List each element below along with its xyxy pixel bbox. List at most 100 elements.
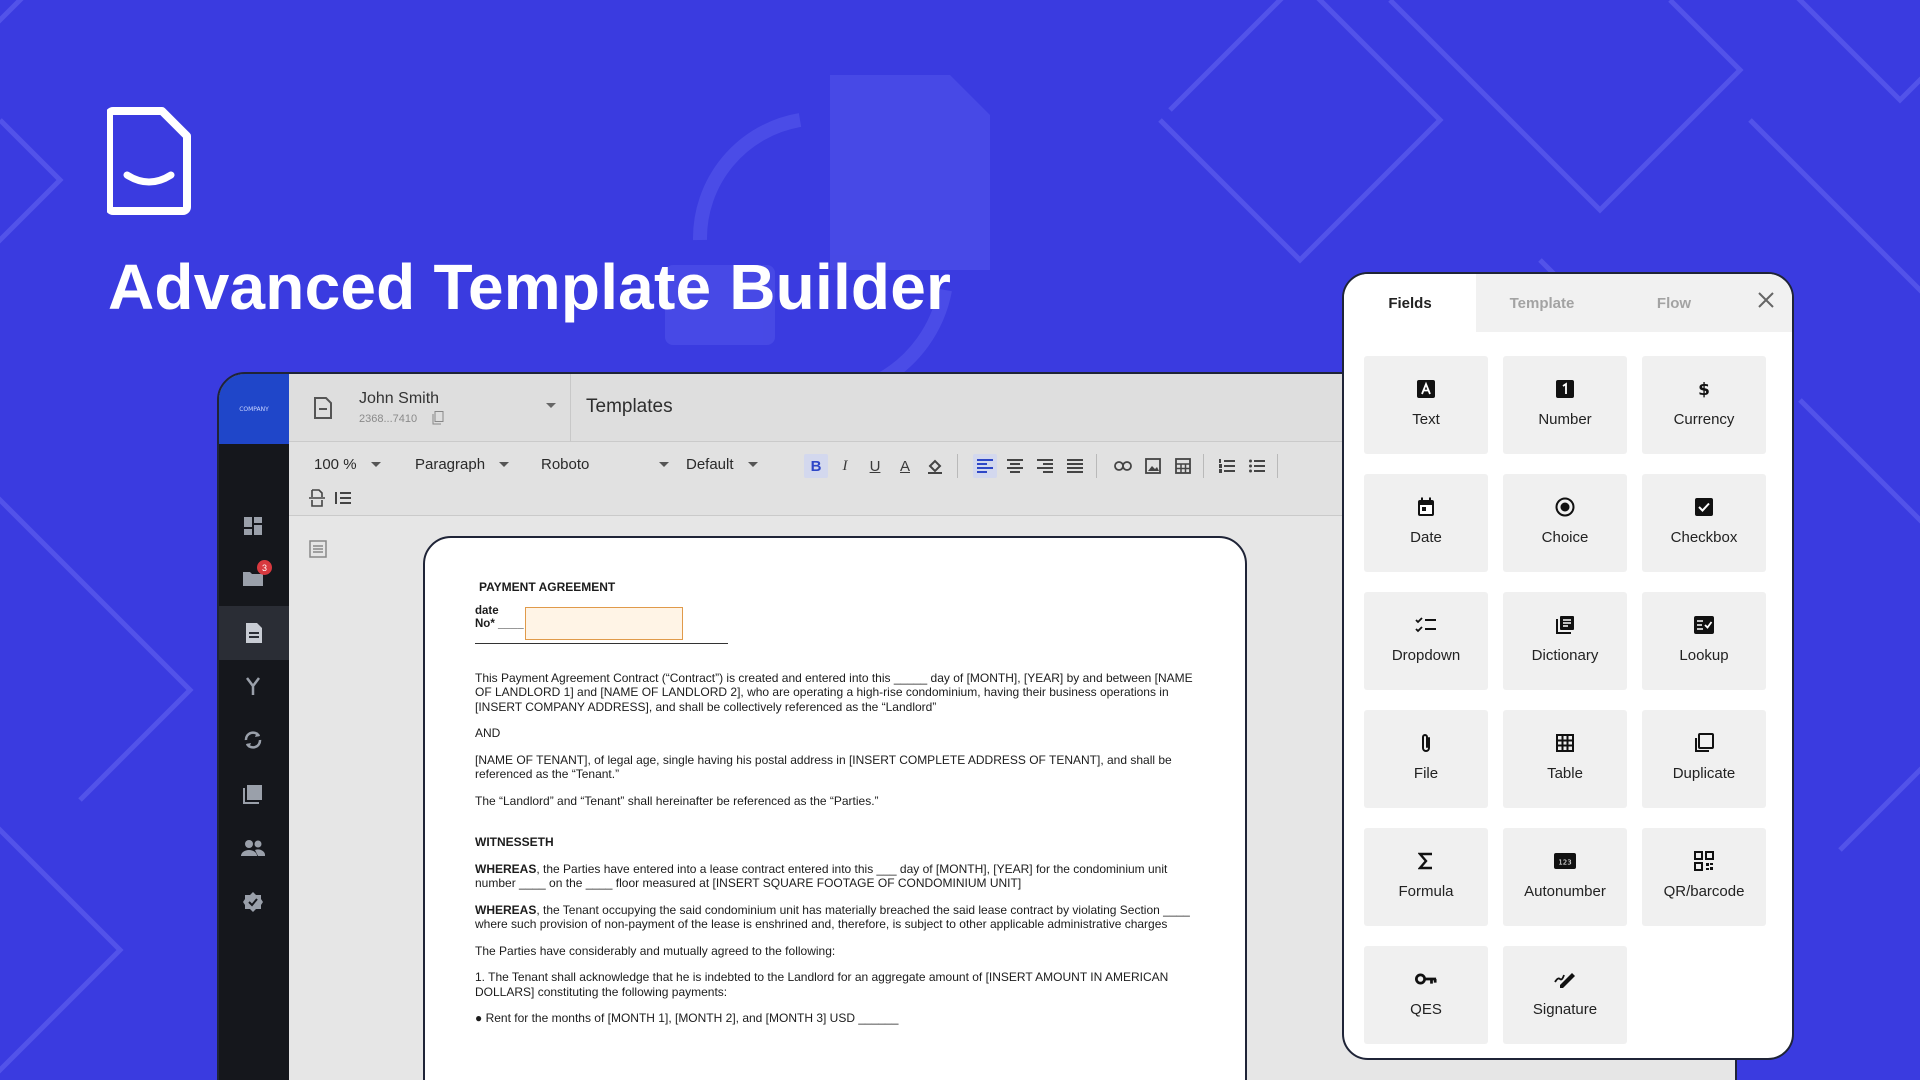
copy-icon[interactable] — [432, 411, 444, 425]
field-tile-duplicate[interactable]: Duplicate — [1642, 710, 1766, 808]
document-page[interactable]: PAYMENT AGREEMENT date No* ____ This Pay… — [423, 536, 1247, 1080]
brand-logo-icon — [107, 107, 191, 215]
align-justify-icon[interactable] — [1063, 454, 1087, 478]
align-center-icon[interactable] — [1003, 454, 1027, 478]
grid-icon — [1554, 732, 1576, 754]
duplicate-icon — [1693, 732, 1715, 754]
text-color-button[interactable]: A — [893, 454, 917, 478]
image-icon[interactable] — [1141, 454, 1165, 478]
user-id: 2368...7410 — [359, 413, 418, 425]
field-tile-dictionary[interactable]: Dictionary — [1503, 592, 1627, 690]
checklist-icon — [1415, 614, 1437, 636]
field-tile-label: File — [1413, 765, 1439, 782]
zoom-select[interactable]: 100 % — [314, 456, 381, 473]
field-tile-text[interactable]: Text — [1364, 356, 1488, 454]
date-field-placeholder[interactable] — [525, 606, 683, 640]
field-tile-qes[interactable]: QES — [1364, 946, 1488, 1044]
tab-fields[interactable]: Fields — [1344, 274, 1476, 332]
autonumber-icon: 123 — [1554, 850, 1576, 872]
svg-text:123: 123 — [1558, 859, 1571, 867]
field-tile-formula[interactable]: Formula — [1364, 828, 1488, 926]
field-tile-label: Checkbox — [1670, 529, 1738, 546]
nav-rail: COMPANY 3 — [219, 374, 289, 1080]
field-tile-label: Table — [1547, 765, 1583, 782]
field-tile-qr-barcode[interactable]: QR/barcode — [1642, 828, 1766, 926]
field-tile-label: QR/barcode — [1663, 883, 1745, 900]
field-tile-signature[interactable]: Signature — [1503, 946, 1627, 1044]
field-tile-autonumber[interactable]: 123 Autonumber — [1503, 828, 1627, 926]
library-icon — [1554, 614, 1576, 636]
field-tile-label: Dictionary — [1531, 647, 1599, 664]
underline-button[interactable]: U — [863, 454, 887, 478]
field-tile-number[interactable]: Number — [1503, 356, 1627, 454]
field-tile-label: Choice — [1541, 529, 1589, 546]
field-tile-label: Duplicate — [1672, 765, 1736, 782]
field-tile-label: Signature — [1532, 1001, 1598, 1018]
documents-icon[interactable] — [219, 606, 289, 660]
table-icon[interactable] — [1171, 454, 1195, 478]
field-tile-table[interactable]: Table — [1503, 710, 1627, 808]
toolbar-divider — [1203, 454, 1204, 478]
user-name: John Smith — [359, 390, 440, 407]
section-heading: WITNESSETH — [475, 835, 554, 849]
link-icon[interactable] — [1111, 454, 1135, 478]
calendar-icon — [1415, 496, 1437, 518]
field-tile-label: QES — [1410, 1001, 1442, 1018]
qr-code-icon — [1693, 850, 1715, 872]
fields-panel: Fields Template Flow Text Number $ Currency… — [1342, 272, 1794, 1060]
bold-button[interactable]: B — [804, 454, 828, 478]
document-icon — [314, 397, 332, 419]
workflow-icon[interactable] — [241, 674, 265, 698]
field-tile-currency[interactable]: $ Currency — [1642, 356, 1766, 454]
number-field-icon — [1554, 378, 1576, 400]
align-right-icon[interactable] — [1033, 454, 1057, 478]
field-tile-label: Currency — [1673, 411, 1735, 428]
field-tile-label: Text — [1412, 411, 1440, 428]
tab-flow[interactable]: Flow — [1608, 274, 1740, 332]
align-left-icon[interactable] — [973, 454, 997, 478]
italic-button[interactable]: I — [833, 454, 857, 478]
dashboard-icon[interactable] — [241, 514, 265, 538]
users-icon[interactable] — [241, 836, 265, 860]
verified-badge-icon[interactable] — [241, 890, 265, 914]
text-field-icon — [1415, 378, 1437, 400]
toolbar-divider — [957, 454, 958, 478]
block-style-value: Paragraph — [415, 456, 486, 473]
field-tile-lookup[interactable]: Lookup — [1642, 592, 1766, 690]
account-switcher[interactable]: John Smith 2368...7410 — [289, 374, 571, 442]
sync-icon[interactable] — [241, 728, 265, 752]
paragraph: ● Rent for the months of [MONTH 1], [MON… — [475, 1011, 899, 1025]
columns-icon[interactable] — [331, 486, 355, 510]
highlight-icon[interactable] — [923, 454, 947, 478]
paragraph: [NAME OF TENANT], of legal age, single h… — [475, 752, 1172, 782]
font-size-select[interactable]: Default — [686, 456, 758, 473]
paragraph: The “Landlord” and “Tenant” shall herein… — [475, 793, 879, 808]
paragraph: This Payment Agreement Contract (“Contra… — [475, 670, 1193, 714]
radio-icon — [1554, 496, 1576, 518]
page-break-icon[interactable] — [305, 486, 329, 510]
close-icon[interactable] — [1754, 288, 1778, 312]
number-blank: ____ — [498, 617, 524, 630]
field-tile-file[interactable]: File — [1364, 710, 1488, 808]
divider-line — [475, 642, 728, 644]
outline-icon[interactable] — [309, 540, 327, 558]
block-style-select[interactable]: Paragraph — [415, 456, 510, 473]
zoom-value: 100 % — [314, 456, 357, 473]
number-label-text: No* — [475, 617, 495, 630]
paragraph: WHEREAS, the Parties have entered into a… — [475, 862, 1195, 891]
chevron-down-icon[interactable] — [545, 402, 557, 410]
field-tile-checkbox[interactable]: Checkbox — [1642, 474, 1766, 572]
whereas-label: WHEREAS — [475, 861, 537, 876]
field-tile-choice[interactable]: Choice — [1503, 474, 1627, 572]
field-tile-date[interactable]: Date — [1364, 474, 1488, 572]
font-select[interactable]: Roboto — [541, 456, 669, 473]
bullet-list-icon[interactable] — [1245, 454, 1269, 478]
tab-template[interactable]: Template — [1476, 274, 1608, 332]
paragraph: The Parties have considerably and mutual… — [475, 943, 836, 958]
library-icon[interactable] — [241, 782, 265, 806]
document-title: PAYMENT AGREEMENT — [479, 580, 616, 594]
field-tile-dropdown[interactable]: Dropdown — [1364, 592, 1488, 690]
toolbar-divider — [1096, 454, 1097, 478]
checkbox-icon — [1693, 496, 1715, 518]
numbered-list-icon[interactable] — [1215, 454, 1239, 478]
